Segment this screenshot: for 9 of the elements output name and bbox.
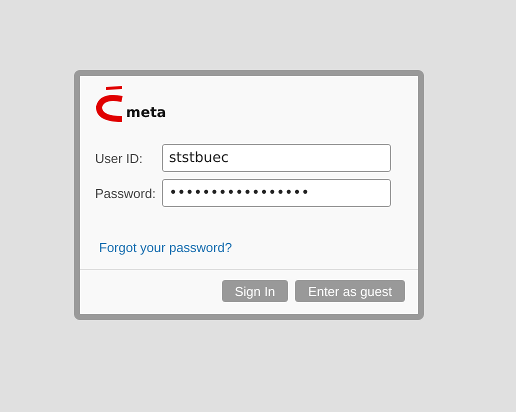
input-field[interactable]: ••••••••••••••••• [162, 179, 391, 207]
logo-icon [94, 85, 124, 123]
guest-button[interactable]: Enter as guest [295, 280, 405, 302]
input-field[interactable]: ststbuec [162, 144, 391, 172]
logo-text: meta [126, 105, 166, 121]
sign-in-button[interactable]: Sign In [222, 280, 288, 302]
field-label: User ID: [94, 150, 144, 166]
field-label: Password: [94, 186, 157, 200]
forgot-password-link[interactable]: Forgot your password? [99, 240, 232, 255]
